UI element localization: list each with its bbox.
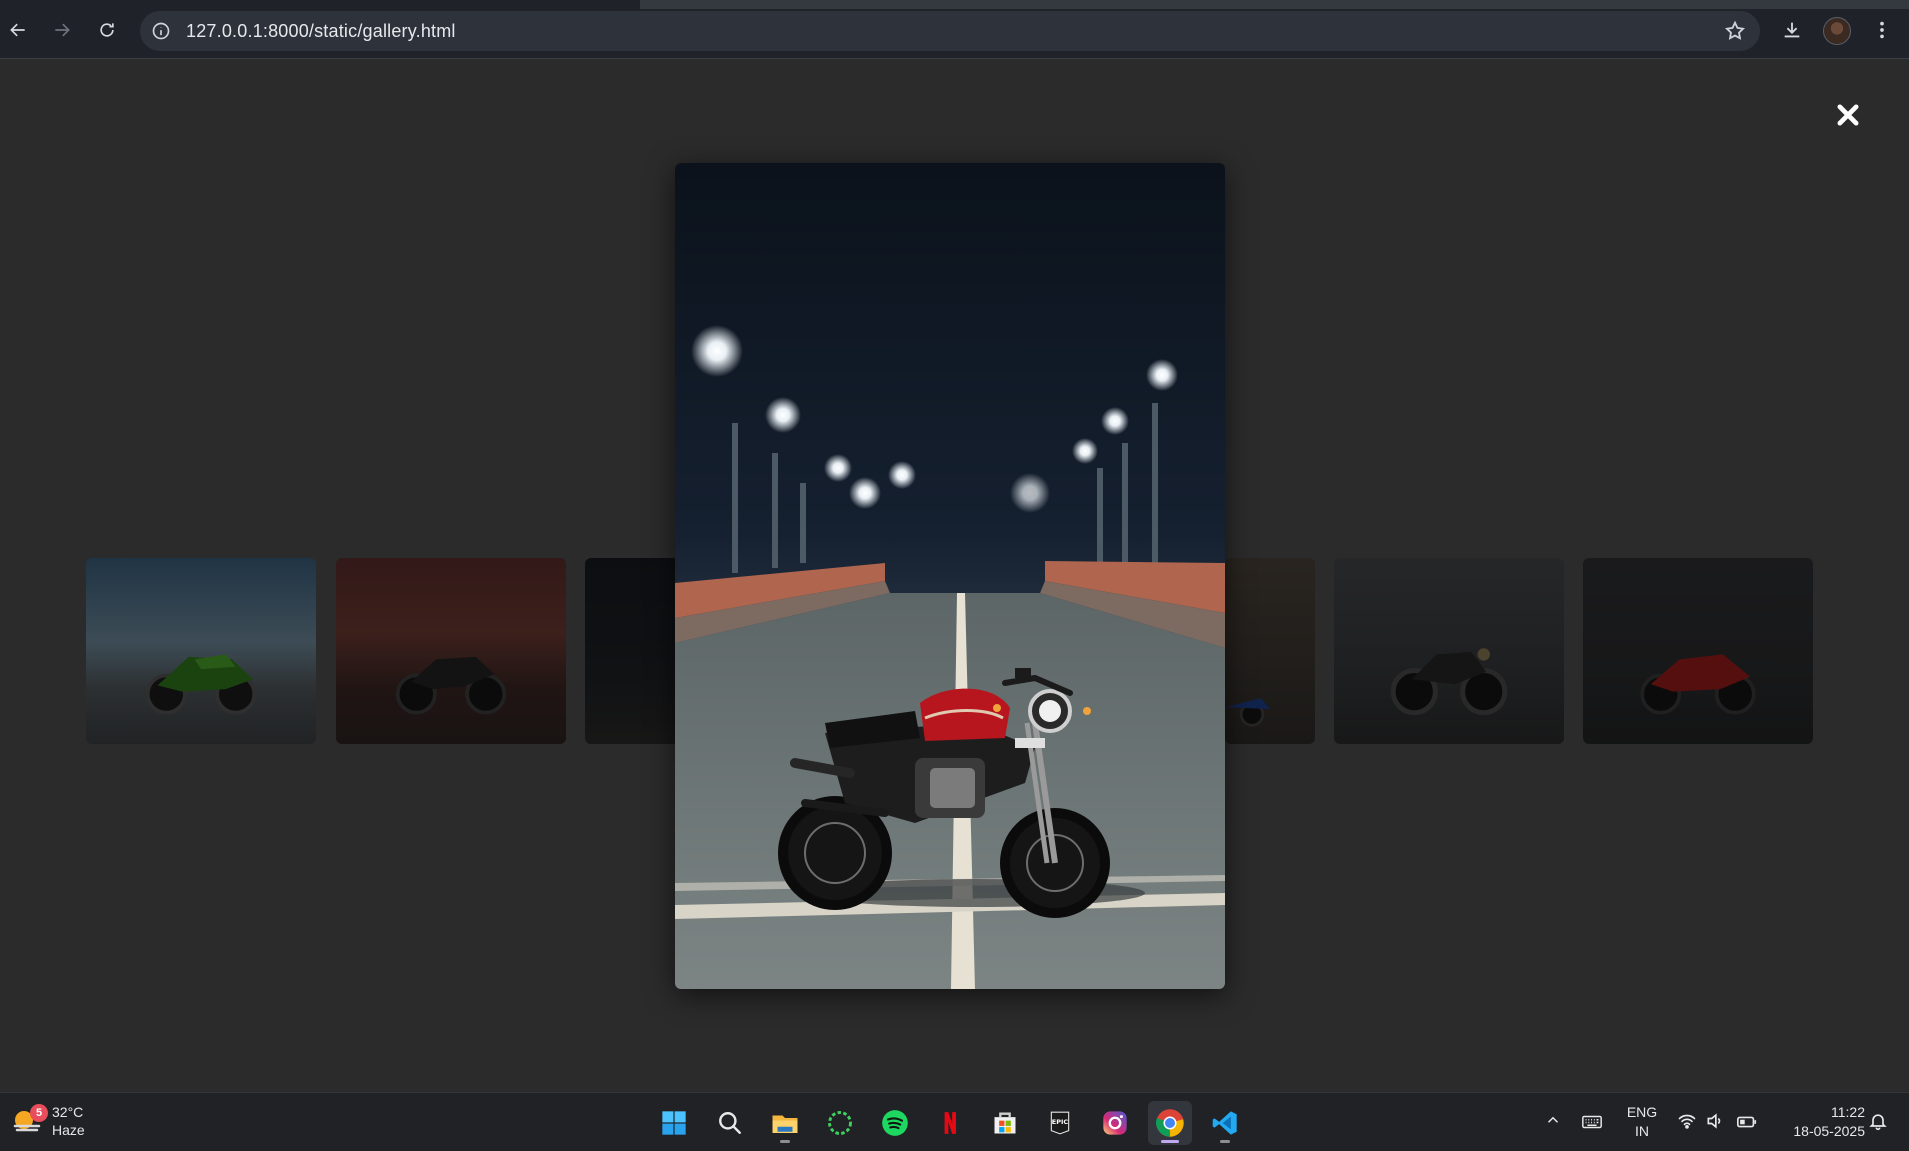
notification-bell-icon[interactable]	[1866, 1111, 1890, 1131]
weather-condition: Haze	[52, 1122, 85, 1138]
profile-avatar[interactable]	[1823, 17, 1851, 45]
thumbnail-dark-street-bike[interactable]	[585, 558, 685, 744]
address-bar[interactable]: 127.0.0.1:8000/static/gallery.html	[140, 11, 1760, 51]
forward-arrow-icon[interactable]	[46, 14, 78, 46]
spinner-app-icon[interactable]	[818, 1101, 862, 1145]
thumbnail-scrambler-bike[interactable]	[1334, 558, 1564, 744]
chrome-icon[interactable]	[1148, 1101, 1192, 1145]
microsoft-store-icon[interactable]	[983, 1101, 1027, 1145]
thumbnail-red-superbike[interactable]	[1583, 558, 1813, 744]
clock-time: 11:22	[1831, 1104, 1865, 1120]
windows-start-icon[interactable]	[652, 1101, 696, 1145]
windows-taskbar: 5 32°C Haze EPIC ENG IN 11:22 18-05-2025	[0, 1092, 1909, 1151]
notification-badge: 5	[30, 1104, 48, 1122]
clock[interactable]: 11:22 18-05-2025	[1770, 1103, 1865, 1141]
chevron-up-icon[interactable]	[1542, 1111, 1564, 1129]
volume-icon[interactable]	[1704, 1111, 1726, 1131]
language-indicator[interactable]: ENG IN	[1622, 1103, 1662, 1141]
download-icon[interactable]	[1776, 14, 1808, 46]
lang-line1: ENG	[1626, 1104, 1658, 1120]
vscode-icon[interactable]	[1203, 1101, 1247, 1145]
thumbnail-naked-bike[interactable]	[336, 558, 566, 744]
gallery-page	[0, 59, 1909, 1092]
browser-toolbar: 127.0.0.1:8000/static/gallery.html	[0, 0, 1909, 59]
file-explorer-icon[interactable]	[763, 1101, 807, 1145]
lightbox-image[interactable]	[675, 163, 1225, 989]
reload-icon[interactable]	[91, 14, 123, 46]
netflix-icon[interactable]	[928, 1101, 972, 1145]
bookmark-star-icon[interactable]	[1724, 20, 1746, 42]
url-text[interactable]: 127.0.0.1:8000/static/gallery.html	[186, 21, 456, 42]
back-arrow-icon[interactable]	[2, 14, 34, 46]
lang-line2: IN	[1635, 1123, 1649, 1139]
spotify-icon[interactable]	[873, 1101, 917, 1145]
thumbnail-blue-sport-bike[interactable]	[1225, 558, 1315, 744]
site-info-icon[interactable]	[150, 20, 172, 42]
keyboard-icon[interactable]	[1580, 1111, 1604, 1133]
wifi-icon[interactable]	[1676, 1111, 1698, 1131]
battery-icon[interactable]	[1736, 1111, 1758, 1133]
tab-strip	[640, 0, 1909, 9]
more-vert-icon[interactable]	[1866, 14, 1898, 46]
clock-date: 18-05-2025	[1793, 1123, 1865, 1139]
search-icon[interactable]	[708, 1101, 752, 1145]
weather-haze-icon: 5	[12, 1104, 48, 1136]
instagram-icon[interactable]	[1093, 1101, 1137, 1145]
close-icon[interactable]	[1828, 95, 1868, 135]
weather-widget[interactable]: 5 32°C Haze	[12, 1103, 85, 1139]
thumbnail-green-sport-bike[interactable]	[86, 558, 316, 744]
svg-text:EPIC: EPIC	[1052, 1118, 1069, 1126]
epic-games-icon[interactable]: EPIC	[1038, 1101, 1082, 1145]
weather-temp: 32°C	[52, 1104, 84, 1120]
